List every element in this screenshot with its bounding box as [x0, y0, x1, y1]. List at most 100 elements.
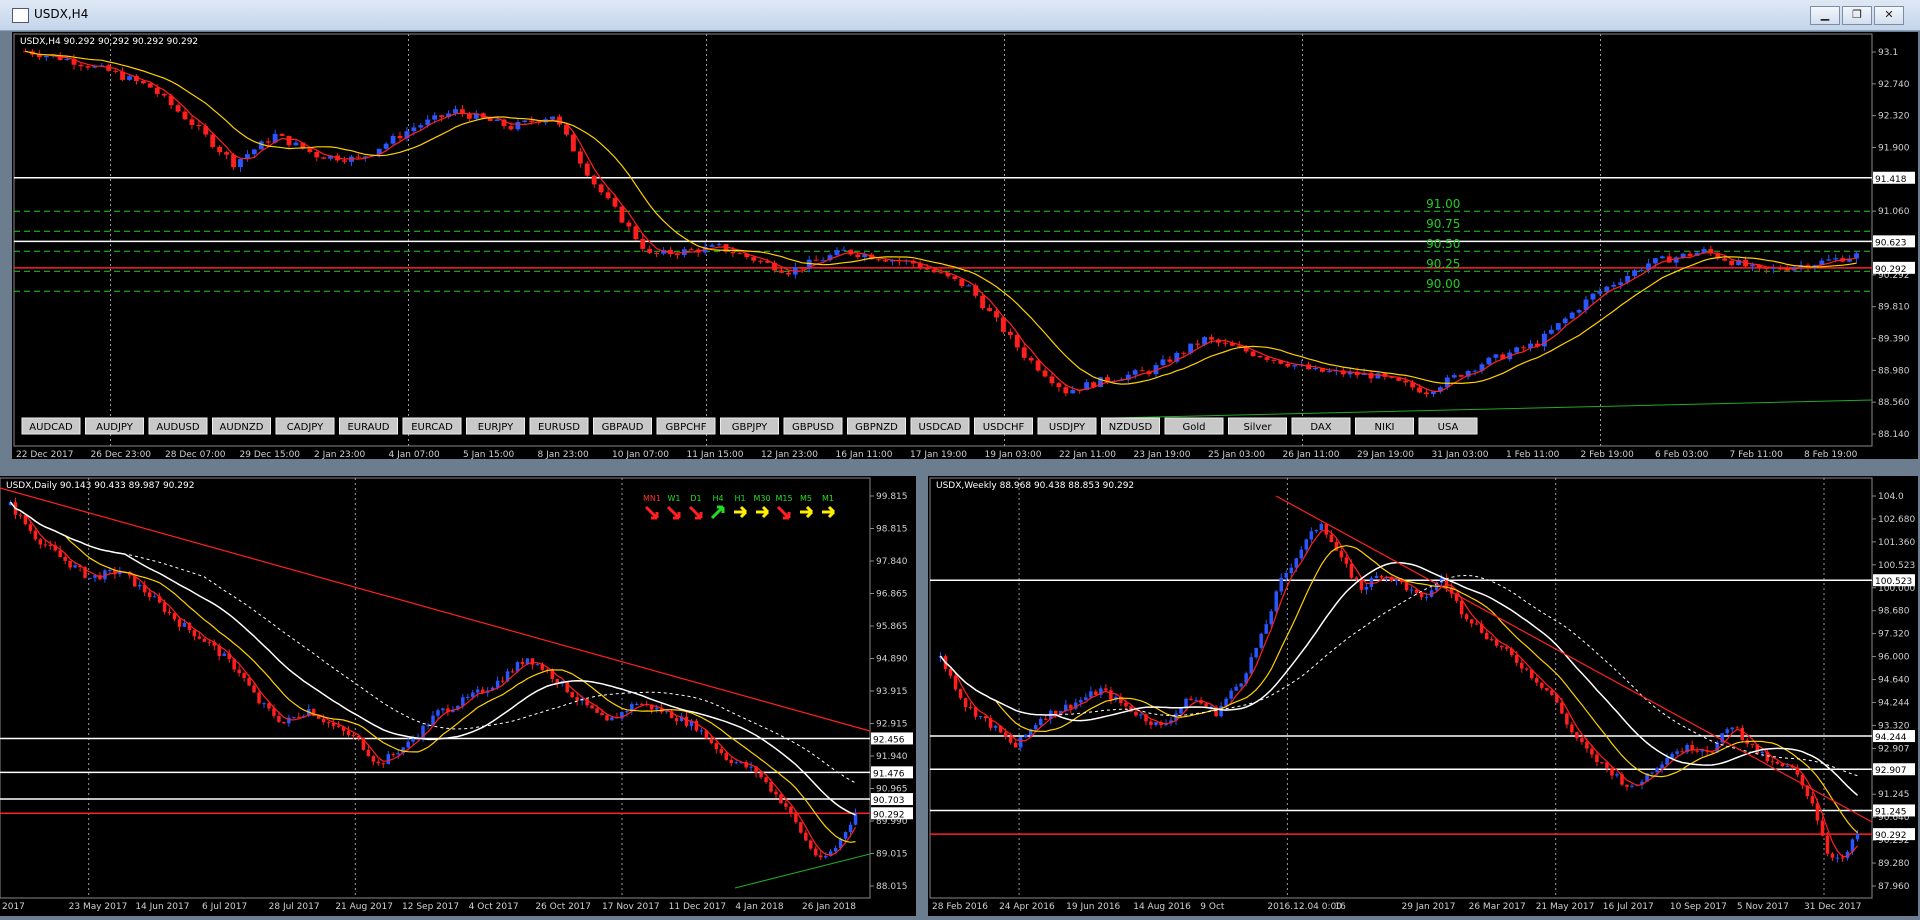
symbol-button-label[interactable]: NIKI: [1375, 422, 1395, 433]
x-tick-label: 8 Feb 19:00: [1804, 450, 1858, 459]
candle-body: [809, 840, 813, 849]
candle-body: [1209, 337, 1214, 340]
candle-body: [383, 143, 389, 149]
x-tick-label: 14 Jun 2017: [135, 902, 189, 912]
candle-body: [1257, 356, 1263, 358]
candle-body: [640, 238, 646, 249]
candle-body: [610, 717, 614, 721]
candle-body: [1222, 342, 1228, 344]
candle-body: [1545, 687, 1549, 691]
y-tick-label: 91.900: [1878, 144, 1910, 154]
candle-body: [38, 539, 43, 545]
candle-body: [595, 708, 599, 713]
candle-body: [530, 658, 535, 665]
symbol-button-label[interactable]: CADJPY: [287, 422, 324, 433]
restore-button[interactable]: ❐: [1842, 6, 1872, 25]
symbol-button-label[interactable]: DAX: [1310, 422, 1331, 433]
candle-body: [1309, 531, 1314, 540]
candle-body: [1464, 614, 1469, 620]
candle-body: [570, 134, 576, 152]
candle-body: [1419, 593, 1424, 598]
y-tick-label: 94.890: [876, 655, 908, 665]
x-tick-label: 8 Jan 23:00: [538, 450, 590, 459]
symbol-button-label[interactable]: AUDCAD: [29, 422, 73, 433]
candle-body: [1655, 768, 1659, 773]
candle-body: [1675, 751, 1679, 754]
candle-body: [1729, 260, 1735, 265]
candle-body: [647, 248, 653, 253]
candle-body: [1184, 698, 1188, 708]
symbol-button-label[interactable]: EURJPY: [478, 422, 514, 433]
symbol-button-label[interactable]: GBPJPY: [732, 422, 768, 433]
symbol-button-label[interactable]: AUDJPY: [96, 422, 134, 433]
symbol-button-label[interactable]: USDCHF: [983, 422, 1025, 433]
symbol-button-label[interactable]: EURCAD: [411, 422, 453, 433]
candle-body: [1274, 591, 1278, 612]
candle-body: [1269, 611, 1273, 625]
candle-body: [774, 791, 778, 795]
candle-body: [1484, 632, 1489, 640]
candle-body: [411, 127, 417, 132]
candle-body: [1007, 331, 1013, 335]
candle-body: [938, 272, 944, 274]
y-tick-label: 87.960: [1878, 882, 1910, 892]
x-tick-label: 7 Feb 11:00: [1730, 450, 1784, 459]
symbol-button-label[interactable]: GBPCHF: [666, 422, 707, 433]
candle-body: [1615, 774, 1619, 776]
candle-body: [85, 66, 91, 68]
candle-body: [520, 662, 525, 665]
y-tick-label: 93.320: [1878, 721, 1910, 731]
candle-body: [258, 141, 264, 150]
candle-body: [1565, 713, 1569, 725]
candle-body: [351, 735, 356, 737]
daily-chart-window[interactable]: USDX,Daily 90.143 90.433 89.987 90.292 99…: [0, 476, 916, 916]
symbol-button-label[interactable]: EURAUD: [347, 422, 389, 433]
x-tick-label: 9 Oct: [1200, 902, 1225, 912]
weekly-chart[interactable]: USDX,Weekly 88.968 90.438 88.853 90.292 1…: [928, 476, 1918, 916]
symbol-button-label[interactable]: AUDNZD: [220, 422, 264, 433]
candle-body: [1725, 729, 1729, 734]
candle-body: [619, 206, 625, 223]
candle-body: [1590, 748, 1594, 755]
close-button[interactable]: ✕: [1874, 6, 1904, 25]
candle-body: [966, 285, 972, 287]
candle-body: [1680, 751, 1684, 753]
x-tick-label: 16 Jan 11:00: [836, 450, 893, 459]
y-tick-label: 102.680: [1878, 515, 1915, 525]
candle-body: [441, 708, 445, 711]
symbol-button-label[interactable]: GBPNZD: [855, 422, 898, 433]
ma-slow-line: [940, 545, 1858, 834]
weekly-chart-window[interactable]: USDX,Weekly 88.968 90.438 88.853 90.292 1…: [928, 476, 1918, 916]
y-tick-label: 92.320: [1878, 112, 1910, 122]
x-tick-label: 2016.12.04 0:00: [1267, 902, 1342, 912]
candle-body: [749, 766, 753, 768]
x-tick-label: 16: [1334, 902, 1346, 912]
candle-body: [764, 777, 768, 783]
symbol-button-label[interactable]: NZDUSD: [1109, 422, 1153, 433]
symbol-button-label[interactable]: GBPAUD: [602, 422, 644, 433]
symbol-button-label[interactable]: Silver: [1243, 422, 1272, 433]
symbol-button-label[interactable]: Gold: [1183, 422, 1206, 433]
symbol-button-label[interactable]: USDJPY: [1049, 422, 1086, 433]
x-tick-label: 14 Aug 2016: [1133, 902, 1191, 912]
symbol-button-label[interactable]: USA: [1438, 422, 1459, 433]
candle-body: [1229, 690, 1233, 699]
daily-chart[interactable]: USDX,Daily 90.143 90.433 89.987 90.292 99…: [0, 476, 916, 916]
candle-body: [1830, 853, 1835, 858]
symbol-button-label[interactable]: GBPUSD: [792, 422, 834, 433]
candle-body: [202, 638, 207, 642]
plot-frame: [13, 33, 1873, 447]
candle-body: [1855, 833, 1860, 840]
h4-chart[interactable]: USDX,H4 90.292 90.292 90.292 90.292 93.1 9…: [12, 32, 1918, 460]
candle-body: [1084, 697, 1088, 700]
minimize-button[interactable]: ▁: [1810, 6, 1840, 25]
candle-body: [789, 806, 793, 813]
symbol-button-label[interactable]: AUDUSD: [156, 422, 200, 433]
h4-chart-window[interactable]: USDX,H4 90.292 90.292 90.292 90.292 93.1 9…: [12, 32, 1918, 460]
candle-body: [1195, 343, 1201, 345]
candle-body: [1124, 702, 1128, 707]
arrow-down-icon: [776, 505, 791, 520]
symbol-button-label[interactable]: USDCAD: [919, 422, 962, 433]
symbol-button-label[interactable]: EURUSD: [538, 422, 580, 433]
candle-body: [1236, 345, 1242, 347]
